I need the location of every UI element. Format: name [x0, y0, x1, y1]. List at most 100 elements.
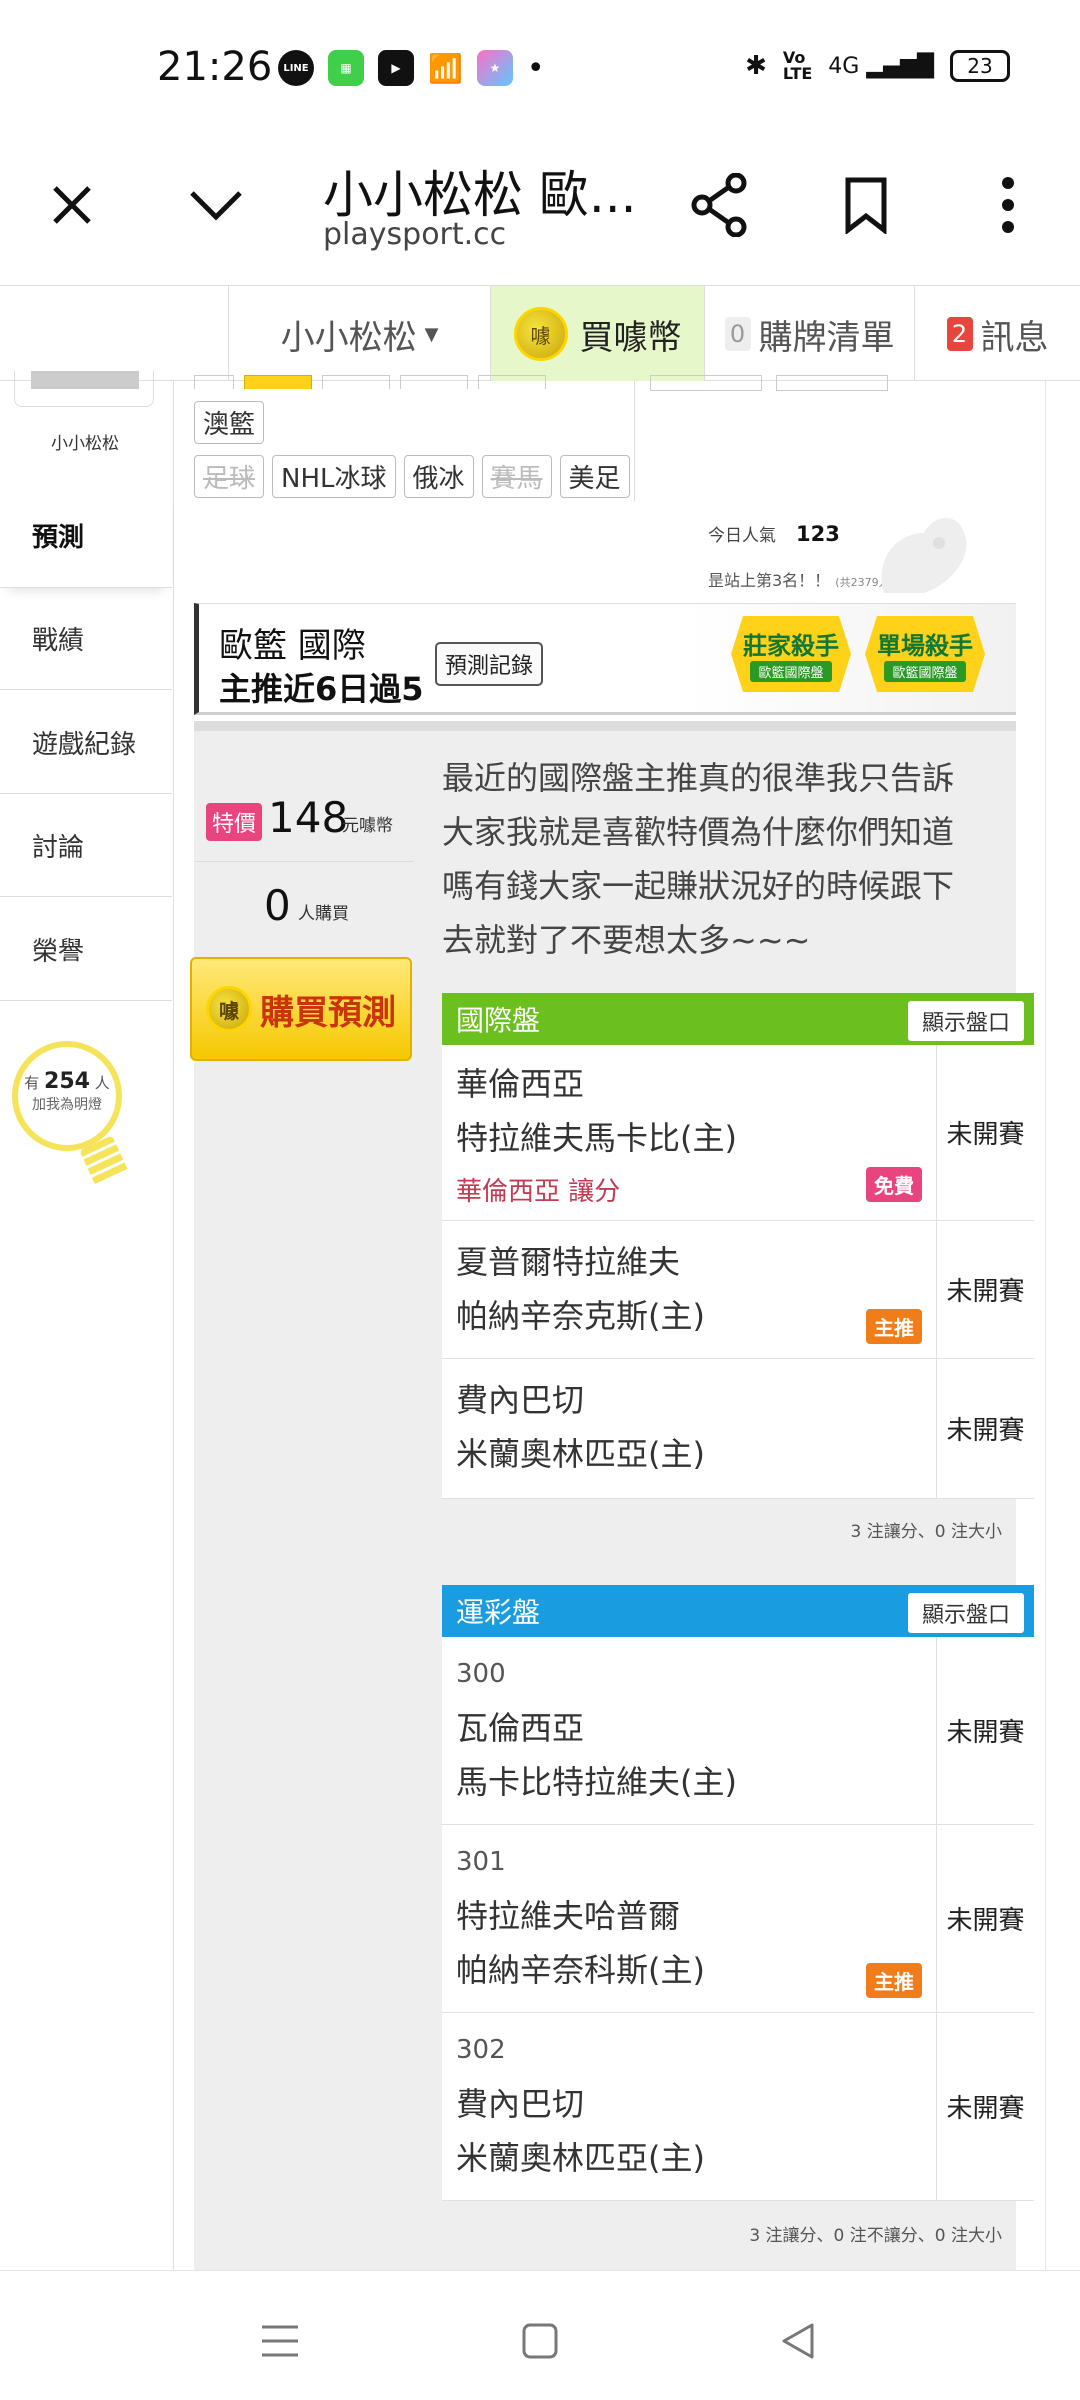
game-status: 未開賽: [936, 1825, 1034, 2012]
price-unit: 元噱幣: [342, 816, 393, 836]
main-content: 澳籃 足球 NHL冰球 俄冰 賽馬 美足 今日人氣 123 昰站上第3名！！ (共2379…: [174, 375, 1050, 2271]
intl-summary: 3 注讓分、0 注大小: [850, 1522, 1002, 1542]
status-bar: 21:26 LINE ▦ ▶ 📶 ★ • ✱ Vo LTE 4G ▂▄▆█ 23: [0, 0, 1080, 135]
back-triangle-icon: [782, 2323, 814, 2359]
home-square-icon: [522, 2323, 558, 2359]
clock: 21:26: [157, 44, 273, 90]
bluetooth-icon: ✱: [745, 51, 767, 81]
main-pick-tag: 主推: [866, 1309, 922, 1344]
back-button[interactable]: [768, 2311, 828, 2371]
coin-icon: 噱: [206, 986, 252, 1032]
sidebar-item-record[interactable]: 戰績: [0, 587, 172, 690]
show-odds-button[interactable]: 顯示盤口: [907, 1001, 1024, 1041]
user-menu-label: 小小松松: [280, 317, 417, 358]
mascot-watermark-icon: [881, 518, 967, 593]
battery-level: 23: [967, 54, 993, 78]
popularity-value: 123: [796, 522, 840, 546]
buy-list-label: 購牌清單: [758, 317, 895, 358]
lottery-summary: 3 注讓分、0 注不讓分、0 注大小: [749, 2226, 1002, 2246]
show-odds-button[interactable]: 顯示盤口: [907, 1593, 1024, 1633]
prediction-record-button[interactable]: 預測記錄: [435, 642, 544, 686]
buyers-count: 0: [264, 881, 291, 930]
game-status: 未開賽: [936, 1359, 1034, 1498]
buy-list-button[interactable]: 0 購牌清單: [704, 286, 914, 382]
site-nav: 小小松松 ▼ 噱 買噱幣 0 購牌清單 2 訊息: [0, 285, 1080, 382]
filter-row-cut: [650, 375, 990, 395]
dot-icon: •: [526, 50, 545, 86]
category-chip[interactable]: 澳籃: [194, 401, 265, 444]
messages-label: 訊息: [980, 317, 1049, 358]
system-icons: ✱ Vo LTE 4G ▂▄▆█ 23: [745, 50, 1010, 82]
prediction-streak: 主推近6日過5: [219, 670, 424, 708]
intl-group-title: 國際盤: [456, 1004, 541, 1037]
badge-title: 莊家殺手: [743, 632, 839, 660]
prediction-header: 歐籃 國際 主推近6日過5 預測記錄 莊家殺手 歐籃國際盤 單場殺手 歐籃國際盤: [194, 603, 1016, 715]
volte-icon: Vo LTE: [782, 48, 813, 83]
home-button[interactable]: [510, 2311, 570, 2371]
game-status: 未開賽: [936, 1221, 1034, 1358]
home-team: 米蘭奧林匹亞(主): [456, 2139, 705, 2177]
game-teams: 華倫西亞 特拉維夫馬卡比(主) 華倫西亞 讓分: [456, 1057, 916, 1219]
user-menu[interactable]: 小小松松 ▼: [228, 286, 490, 382]
home-team: 馬卡比特拉維夫(主): [456, 1763, 737, 1801]
follow-lamp-button[interactable]: 有 254 人 加我為明燈: [12, 1041, 122, 1151]
game-row: 夏普爾特拉維夫 帕納辛奈克斯(主) 主推 未開賽: [442, 1221, 1034, 1359]
category-row-2: 足球 NHL冰球 俄冰 賽馬 美足: [194, 455, 638, 498]
more-vertical-icon: [1002, 177, 1014, 233]
category-chip[interactable]: 俄冰: [403, 455, 474, 498]
special-price-tag: 特價: [206, 803, 263, 841]
away-team: 費內巴切: [456, 1381, 585, 1419]
share-button[interactable]: [680, 165, 760, 245]
page-url[interactable]: playsport.cc: [323, 217, 506, 252]
badge-subtitle: 歐籃國際盤: [884, 661, 966, 682]
game-status: 未開賽: [936, 2013, 1034, 2200]
messages-count: 2: [946, 317, 973, 351]
more-options-button[interactable]: [968, 165, 1048, 245]
game-row: 華倫西亞 特拉維夫馬卡比(主) 華倫西亞 讓分 免費 未開賽: [442, 1045, 1034, 1221]
popularity-label: 今日人氣: [708, 526, 776, 546]
category-chip[interactable]: 美足: [559, 455, 630, 498]
sidebar-item-discuss[interactable]: 討論: [0, 794, 172, 897]
sidebar-item-honor[interactable]: 榮譽: [0, 898, 172, 1001]
prediction-league: 歐籃 國際: [219, 626, 366, 666]
bookmark-button[interactable]: [826, 165, 906, 245]
category-chip: 足球: [194, 455, 265, 498]
buy-coin-button[interactable]: 噱 買噱幣: [490, 286, 704, 382]
away-team: 瓦倫西亞: [456, 1709, 585, 1747]
game-teams: 300 瓦倫西亞 馬卡比特拉維夫(主): [456, 1647, 916, 1809]
messages-button[interactable]: 2 訊息: [914, 286, 1080, 382]
home-team: 特拉維夫馬卡比(主): [456, 1119, 737, 1157]
menu-icon: [262, 2325, 298, 2357]
caret-down-icon: ▼: [424, 323, 439, 345]
avatar[interactable]: [14, 371, 154, 407]
game-teams: 夏普爾特拉維夫 帕納辛奈克斯(主): [456, 1235, 916, 1343]
follow-label: 加我為明燈: [32, 1097, 102, 1113]
sidebar-item-game-log[interactable]: 遊戲紀錄: [0, 691, 172, 794]
youtube-icon: ▶: [378, 50, 414, 86]
fans-count: 254: [44, 1069, 90, 1094]
away-team: 華倫西亞: [456, 1065, 585, 1103]
game-row: 300 瓦倫西亞 馬卡比特拉維夫(主) 未開賽: [442, 1637, 1034, 1825]
game-teams: 301 特拉維夫哈普爾 帕納辛奈科斯(主): [456, 1835, 916, 1997]
banker-killer-badge: 莊家殺手 歐籃國際盤: [731, 616, 851, 692]
home-team: 帕納辛奈科斯(主): [456, 1951, 705, 1989]
intl-group-header: 國際盤 顯示盤口: [442, 993, 1034, 1045]
menu-button[interactable]: [250, 2311, 310, 2371]
collapse-button[interactable]: [176, 165, 256, 245]
home-team: 米蘭奧林匹亞(主): [456, 1435, 705, 1473]
close-tab-button[interactable]: [32, 165, 112, 245]
rank-text: 昰站上第3名！！: [708, 571, 831, 590]
line-app-icon: LINE: [278, 50, 314, 86]
game-row: 301 特拉維夫哈普爾 帕納辛奈科斯(主) 主推 未開賽: [442, 1825, 1034, 2013]
category-chip: 賽馬: [481, 455, 552, 498]
buyers-unit: 人購買: [298, 904, 349, 924]
game-number: 301: [456, 1847, 506, 1877]
buy-prediction-button[interactable]: 噱 購買預測: [190, 957, 412, 1061]
fans-unit: 人: [94, 1074, 110, 1092]
fans-count-line: 有 254 人: [18, 1069, 116, 1094]
system-nav-bar: [0, 2270, 1080, 2400]
game-status: 未開賽: [936, 1637, 1034, 1824]
sidebar-item-predict[interactable]: 預測: [0, 484, 172, 587]
price-value: 148: [268, 793, 349, 842]
category-chip[interactable]: NHL冰球: [272, 455, 396, 498]
